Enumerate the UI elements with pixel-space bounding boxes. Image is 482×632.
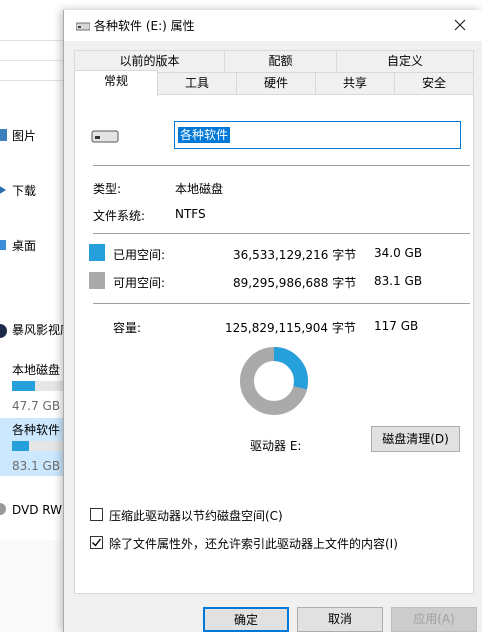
- nav-item-desktop[interactable]: 桌面: [0, 230, 70, 270]
- type-label: 类型:: [93, 182, 122, 196]
- nav-item-label: 图片: [12, 129, 37, 143]
- used-space-size: 34.0 GB: [374, 246, 423, 260]
- disk-usage-donut: [240, 347, 308, 415]
- file-explorer-background: 图片 下载 桌面 暴风影视库 本地磁盘 47.7 GB 可用 各种软件 83.1…: [0, 0, 70, 632]
- type-value: 本地磁盘: [175, 182, 224, 196]
- used-space-label: 已用空间:: [113, 248, 166, 262]
- tab-sharing[interactable]: 共享: [315, 72, 395, 94]
- tab-quota[interactable]: 配额: [224, 50, 337, 72]
- tab-customize[interactable]: 自定义: [336, 50, 474, 72]
- dvd-icon: [0, 502, 8, 516]
- free-space-label: 可用空间:: [113, 276, 166, 290]
- drive-label: 本地磁盘: [12, 363, 61, 377]
- explorer-empty-area: [0, 540, 70, 632]
- compress-checkbox[interactable]: [90, 508, 103, 521]
- capacity-size: 117 GB: [374, 319, 419, 333]
- nav-item-downloads[interactable]: 下载: [0, 175, 70, 215]
- apply-button[interactable]: 应用(A): [391, 607, 477, 632]
- drive-icon: [75, 20, 91, 31]
- nav-item-label: 桌面: [12, 239, 37, 253]
- free-space-size: 83.1 GB: [374, 274, 423, 288]
- divider: [0, 60, 70, 61]
- drive-item-local-disk[interactable]: 本地磁盘 47.7 GB 可用: [0, 358, 70, 416]
- nav-item-media-library[interactable]: 暴风影视库: [0, 314, 70, 354]
- tab-previous-versions[interactable]: 以前的版本: [74, 50, 225, 72]
- download-icon: [0, 183, 8, 197]
- title-bar: 各种软件 (E:) 属性: [64, 10, 482, 41]
- dialog-title: 各种软件 (E:) 属性: [94, 19, 195, 33]
- close-button[interactable]: [437, 10, 482, 41]
- tab-tools[interactable]: 工具: [157, 72, 237, 94]
- drive-free-text: 47.7 GB 可用: [12, 399, 70, 413]
- tab-security[interactable]: 安全: [394, 72, 474, 94]
- tab-general[interactable]: 常规: [74, 70, 158, 96]
- compress-checkbox-label[interactable]: 压缩此驱动器以节约磁盘空间(C): [109, 507, 283, 524]
- close-icon: [454, 19, 466, 31]
- desktop-icon: [0, 238, 8, 252]
- tab-hardware[interactable]: 硬件: [236, 72, 316, 94]
- filesystem-value: NTFS: [175, 207, 206, 221]
- drive-large-icon: [91, 128, 119, 147]
- index-checkbox[interactable]: [90, 536, 103, 549]
- divider: [0, 80, 70, 81]
- drive-label: 各种软件: [12, 423, 61, 437]
- ok-button[interactable]: 确定: [203, 607, 289, 632]
- drive-name-input[interactable]: 各种软件: [174, 121, 461, 149]
- drive-usage-fill: [12, 381, 36, 391]
- filesystem-label: 文件系统:: [93, 209, 146, 223]
- index-checkbox-label[interactable]: 除了文件属性外，还允许索引此驱动器上文件的内容(I): [109, 535, 398, 552]
- drive-usage-bar: [12, 381, 70, 391]
- nav-item-dvd-drive[interactable]: DVD RW 驱动器: [0, 494, 70, 534]
- drive-usage-fill: [12, 441, 30, 451]
- disk-cleanup-button[interactable]: 磁盘清理(D): [371, 426, 460, 452]
- nav-item-pictures[interactable]: 图片: [0, 120, 70, 160]
- divider: [93, 165, 470, 166]
- drive-item-software[interactable]: 各种软件 83.1 GB 可用: [0, 418, 70, 476]
- free-space-swatch: [89, 272, 105, 289]
- used-space-bytes: 36,533,129,216 字节: [233, 248, 357, 262]
- drive-usage-bar: [12, 441, 70, 451]
- drive-name-text: 各种软件: [178, 127, 231, 143]
- free-space-bytes: 89,295,986,688 字节: [233, 276, 357, 290]
- pictures-icon: [0, 128, 8, 142]
- general-tab-panel: 各种软件 类型: 本地磁盘 文件系统: NTFS 已用空间: 36,533,12…: [74, 94, 474, 594]
- nav-item-label: 暴风影视库: [12, 323, 70, 337]
- divider: [93, 233, 470, 234]
- capacity-bytes: 125,829,115,904 字节: [225, 321, 356, 335]
- drive-letter-label: 驱动器 E:: [250, 439, 302, 453]
- cancel-button[interactable]: 取消: [297, 607, 383, 632]
- divider: [0, 40, 70, 41]
- capacity-label: 容量:: [113, 321, 142, 335]
- nav-item-label: 下载: [12, 184, 37, 198]
- used-space-swatch: [89, 244, 105, 261]
- nav-item-label: DVD RW 驱动器: [12, 503, 70, 517]
- media-library-icon: [0, 322, 8, 338]
- drive-free-text: 83.1 GB 可用: [12, 459, 70, 473]
- properties-dialog: 各种软件 (E:) 属性 以前的版本 配额 自定义 常规 工具 硬件 共享 安全…: [63, 10, 482, 632]
- divider: [93, 303, 470, 304]
